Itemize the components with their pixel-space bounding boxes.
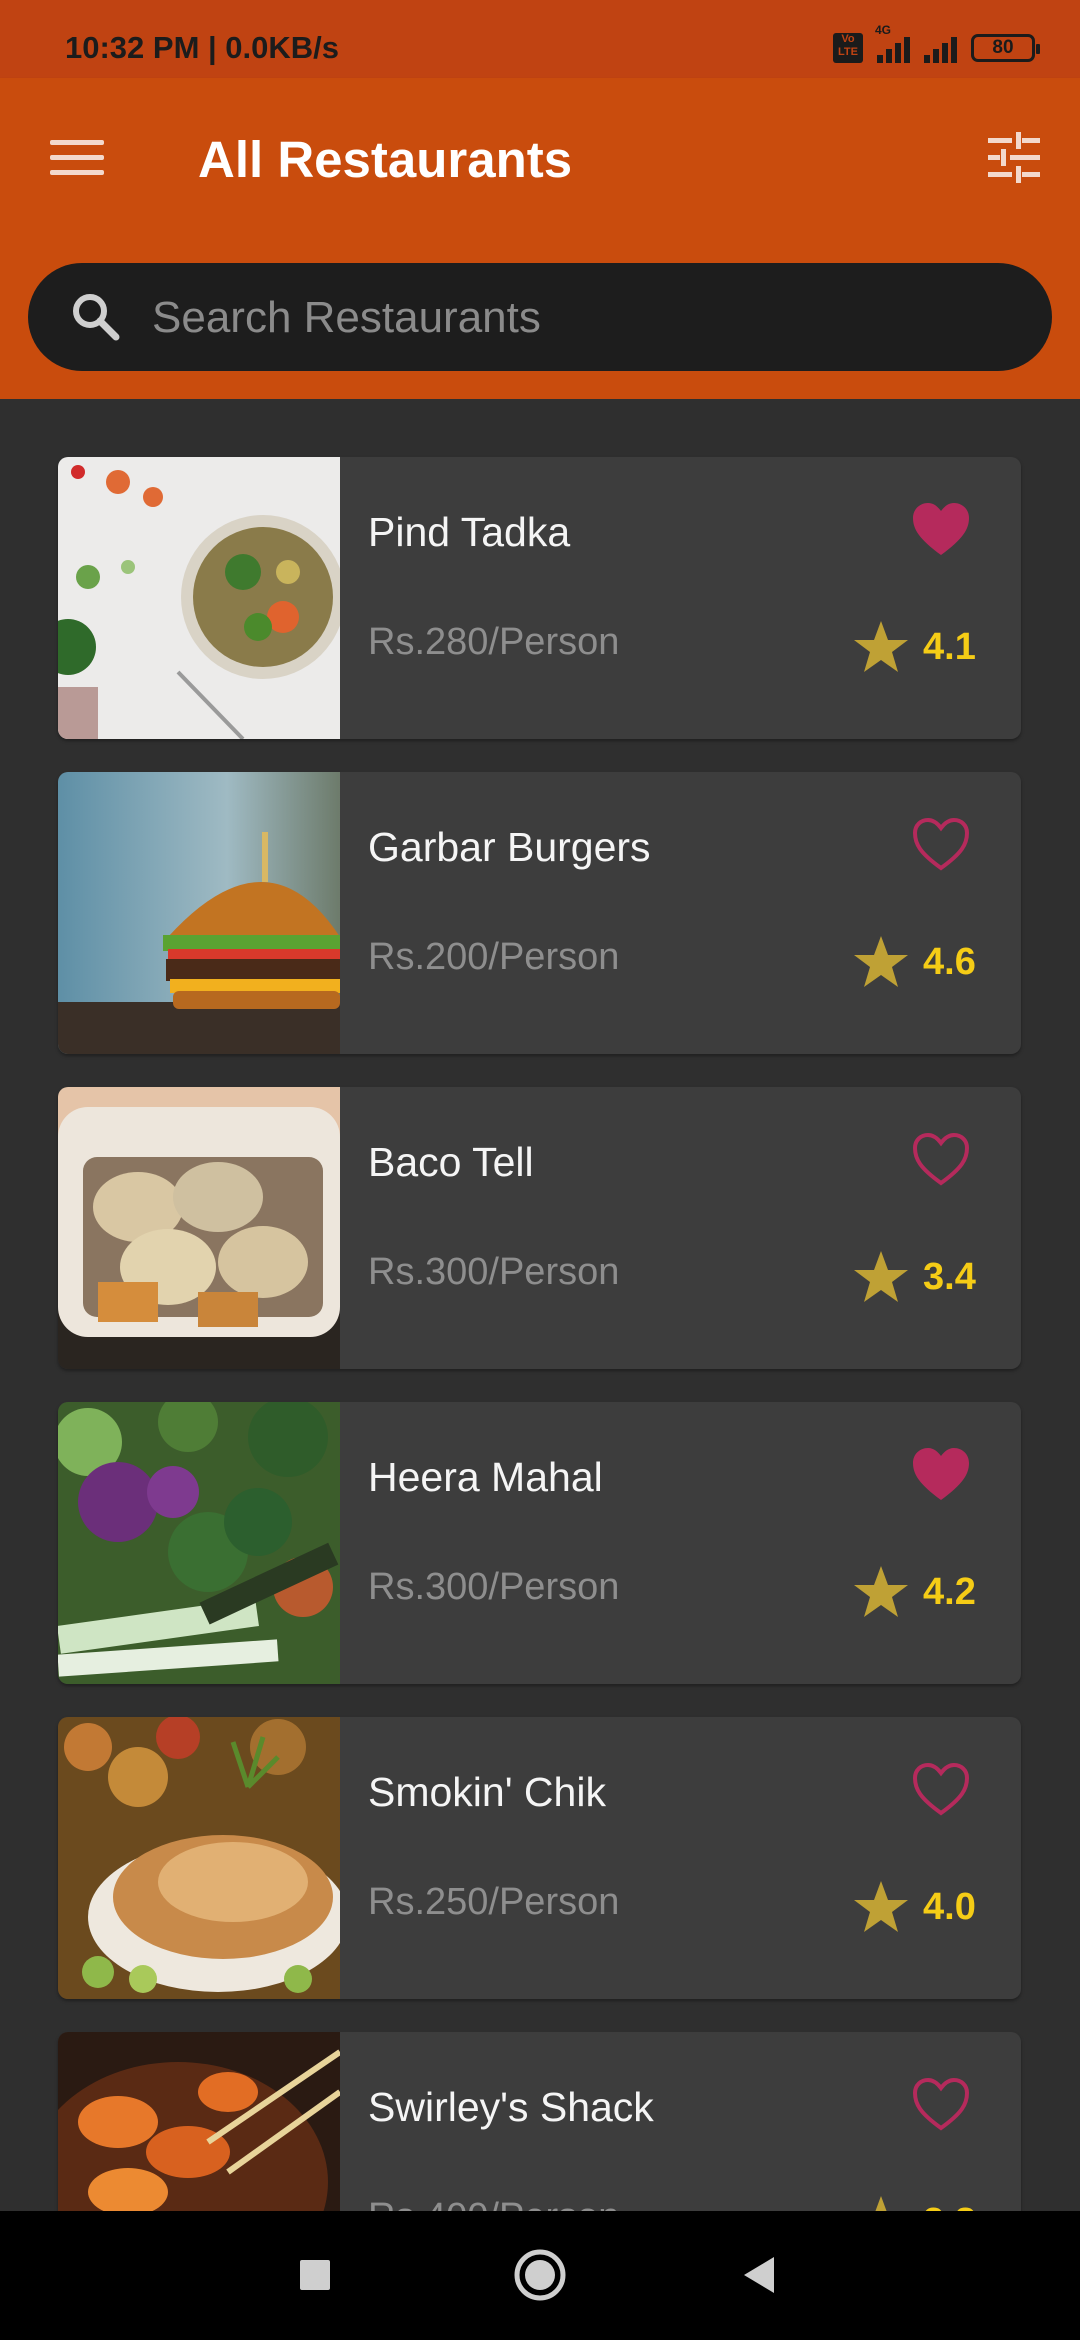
- restaurant-card[interactable]: Pind Tadka Rs.280/Person 4.1: [58, 457, 1021, 739]
- restaurant-name: Garbar Burgers: [368, 824, 651, 870]
- grilled-shrimp-photo: [58, 2032, 340, 2211]
- restaurant-price: Rs.300/Person: [368, 1566, 620, 1608]
- heart-outline-icon[interactable]: [909, 1129, 973, 1189]
- status-bar: 10:32 PM | 0.0KB/s Vo LTE 4G 80: [0, 0, 1080, 78]
- heart-outline-icon[interactable]: [909, 1759, 973, 1819]
- salad-bowl-photo: [58, 457, 340, 739]
- star-icon: [854, 1566, 908, 1617]
- restaurant-name: Swirley's Shack: [368, 2084, 654, 2130]
- rating: 4.6: [853, 932, 976, 992]
- restaurant-price: Rs.400/Person: [368, 2196, 619, 2211]
- circle-home-icon[interactable]: [510, 2245, 570, 2305]
- sliders-filter-icon[interactable]: [986, 130, 1042, 186]
- search-input[interactable]: Search Restaurants: [28, 263, 1052, 371]
- restaurant-name: Pind Tadka: [368, 509, 571, 555]
- burger-photo: [58, 772, 340, 1054]
- heart-filled-icon[interactable]: [909, 499, 973, 559]
- roast-chicken-photo: [58, 1717, 340, 1999]
- rating-value: 4.0: [923, 1885, 976, 1928]
- status-time: 10:32 PM | 0.0KB/s: [65, 30, 340, 65]
- restaurant-price: Rs.200/Person: [368, 936, 620, 978]
- tacos-photo: [58, 1087, 340, 1369]
- star-icon: [854, 621, 908, 672]
- restaurant-price: Rs.300/Person: [368, 1251, 620, 1293]
- app-bar: All Restaurants: [0, 78, 1080, 233]
- page-title: All Restaurants: [198, 131, 573, 188]
- restaurant-name: Smokin' Chik: [368, 1769, 606, 1815]
- star-icon: [854, 936, 908, 987]
- battery-level: 80: [992, 37, 1014, 58]
- restaurant-price: Rs.250/Person: [368, 1881, 620, 1923]
- rating: 4.1: [853, 617, 976, 677]
- square-recents-icon[interactable]: [285, 2245, 345, 2305]
- restaurant-card[interactable]: Smokin' Chik Rs.250/Person 4.0: [58, 1717, 1021, 1999]
- signal-4g-icon: 4G: [875, 23, 910, 63]
- triangle-back-icon[interactable]: [730, 2245, 790, 2305]
- hamburger-menu-icon[interactable]: [50, 140, 104, 176]
- rating-value: 3.8: [923, 2201, 976, 2212]
- rating-value: 4.6: [923, 940, 976, 983]
- rating-value: 4.2: [923, 1570, 976, 1613]
- search-placeholder: Search Restaurants: [152, 293, 541, 342]
- heart-outline-icon[interactable]: [909, 2074, 973, 2134]
- status-icons: Vo LTE 4G 80: [833, 23, 1040, 68]
- rating-value: 4.1: [923, 625, 976, 668]
- search-section: Search Restaurants: [0, 233, 1080, 399]
- rating: 4.0: [853, 1877, 976, 1937]
- restaurant-card[interactable]: Garbar Burgers Rs.200/Person 4.6: [58, 772, 1021, 1054]
- rating: 3.4: [853, 1247, 976, 1307]
- signal-icon: [924, 33, 957, 63]
- heart-outline-icon[interactable]: [909, 814, 973, 874]
- search-icon: [73, 294, 120, 341]
- network-type-label: 4G: [875, 23, 892, 37]
- rating: 3.8: [853, 2192, 976, 2211]
- rating: 4.2: [853, 1562, 976, 1622]
- star-icon: [854, 1251, 908, 1302]
- rating-value: 3.4: [923, 1255, 976, 1298]
- system-nav-bar: [0, 2211, 1080, 2340]
- restaurant-list[interactable]: Pind Tadka Rs.280/Person 4.1 Garbar Burg…: [0, 399, 1080, 2211]
- restaurant-card[interactable]: Swirley's Shack Rs.400/Person 3.8: [58, 2032, 1021, 2211]
- restaurant-name: Baco Tell: [368, 1139, 534, 1185]
- restaurant-name: Heera Mahal: [368, 1454, 603, 1500]
- vegetables-photo: [58, 1402, 340, 1684]
- battery-icon: 80: [971, 34, 1040, 62]
- restaurant-card[interactable]: Baco Tell Rs.300/Person 3.4: [58, 1087, 1021, 1369]
- restaurant-card[interactable]: Heera Mahal Rs.300/Person 4.2: [58, 1402, 1021, 1684]
- heart-filled-icon[interactable]: [909, 1444, 973, 1504]
- volte-icon: Vo LTE: [833, 33, 863, 63]
- star-icon: [875, 2196, 887, 2211]
- star-icon: [854, 1881, 908, 1932]
- restaurant-price: Rs.280/Person: [368, 621, 620, 663]
